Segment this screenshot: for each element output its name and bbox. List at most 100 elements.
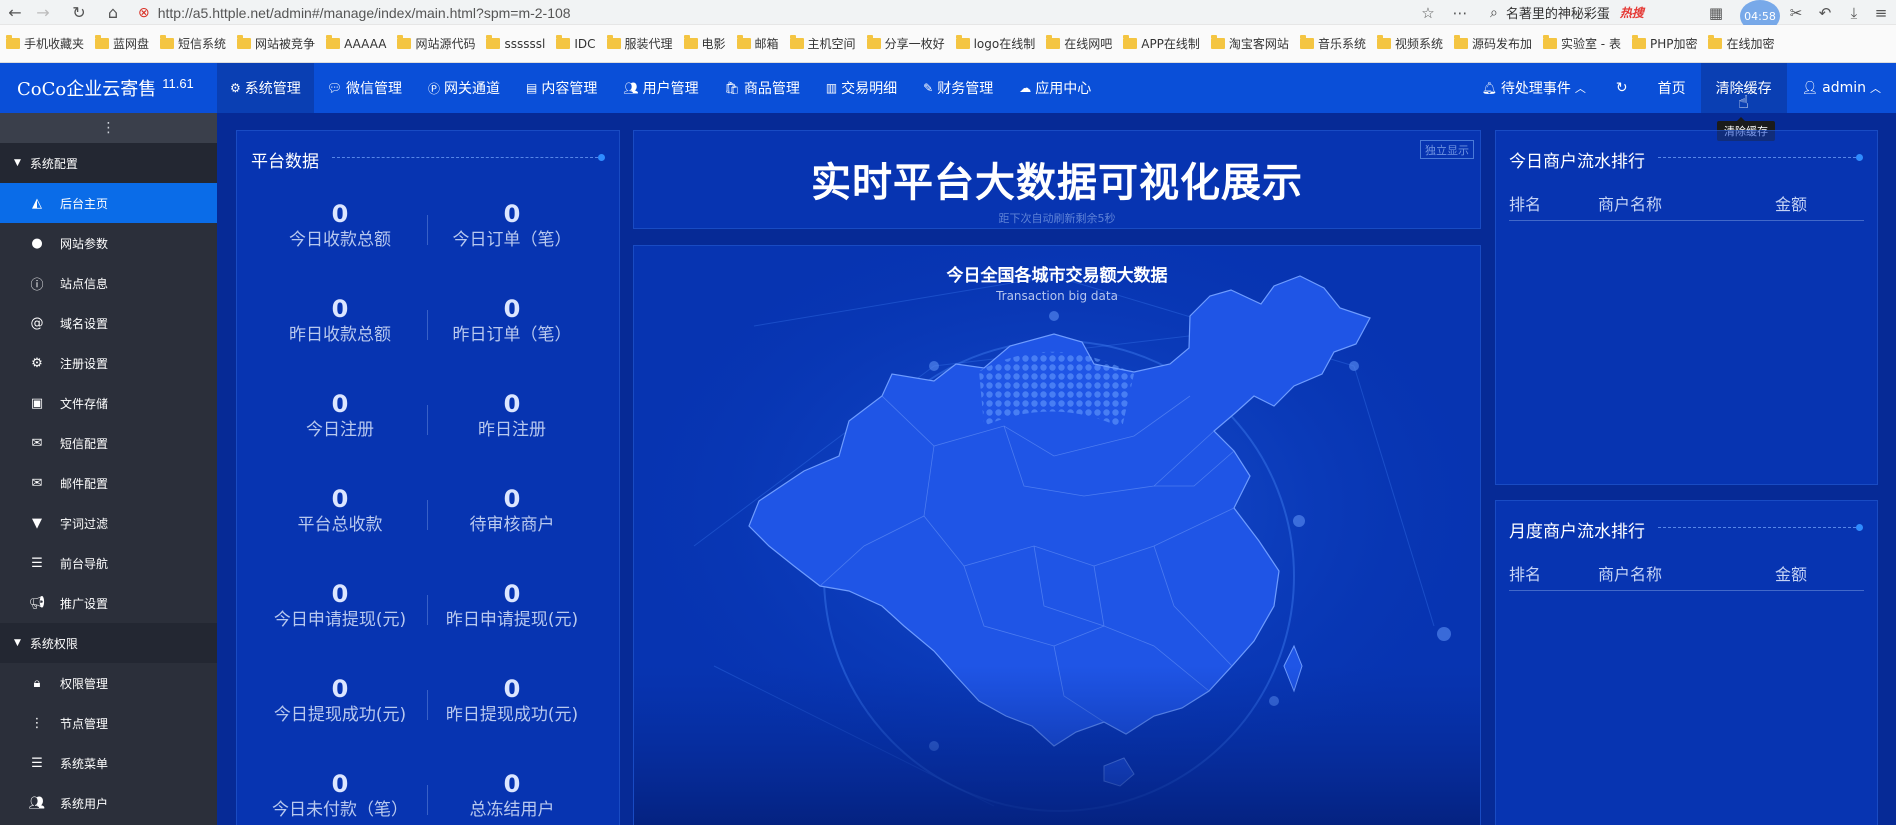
bookmark-item[interactable]: 手机收藏夹 [6,35,84,52]
bookmark-item[interactable]: 短信系统 [160,35,226,52]
bookmark-item[interactable]: 在线加密 [1708,35,1774,52]
bookmark-item[interactable]: logo在线制 [955,35,1035,52]
search-box[interactable]: ⌕ 名著里的神秘彩蛋 热搜 [1490,1,1710,24]
nav-tab-0[interactable]: ⚙ 系统管理 [217,63,314,113]
folder-icon [237,35,252,49]
nav-tab-1[interactable]: 💬︎ 微信管理 [314,63,415,113]
more-icon[interactable]: ⋯ [1447,0,1473,25]
sidebar-item[interactable]: ✉ 短信配置 [0,423,217,463]
apps-grid-icon[interactable]: ▦ [1703,0,1729,25]
nav-tab-6[interactable]: ▥ 交易明细 [813,63,910,113]
bookmark-item[interactable]: 主机空间 [789,35,856,52]
scissors-icon[interactable]: ✂ [1783,0,1809,25]
bookmark-label: 在线加密 [1726,37,1775,51]
user-menu-button[interactable]: 👤︎ admin ︿ [1787,63,1896,113]
sidebar-item-label: 站点信息 [60,276,109,291]
sidebar-item[interactable]: ▼ 字词过滤 [0,503,217,543]
vertical-dots-icon: ⋮ [30,715,44,731]
folder-icon [789,35,804,49]
stat-card: 0 昨日订单（笔） [427,295,597,347]
stat-label: 今日订单（笔） [452,230,572,250]
sidebar-group[interactable]: ▼ 系统配置 [0,143,217,183]
nav-tab-4[interactable]: 👥︎ 用户管理 [610,63,711,113]
nav-tab-7[interactable]: ✎ 财务管理 [910,63,1006,113]
stat-label: 今日提现成功(元) [273,705,407,725]
bookmark-label: 主机空间 [807,37,856,51]
sidebar-item[interactable]: 👥︎ 系统用户 [0,783,217,823]
bookmark-item[interactable]: 源码发布加 [1453,35,1532,52]
nav-tab-2[interactable]: Ⓟ 网关通道 [415,63,513,113]
bookmark-item[interactable]: 邮箱 [736,35,779,52]
today-rank-title: 今日商户流水排行 [1509,152,1645,172]
sidebar-item[interactable]: ● 网站参数 [0,223,217,263]
stat-card: 0 平台总收款 [255,485,425,537]
folder-icon [1708,35,1723,49]
bookmark-item[interactable]: 网站被竞争 [237,35,315,52]
wechat-icon: 💬︎ [326,81,342,95]
bookmark-item[interactable]: PHP加密 [1631,35,1697,52]
sidebar-item[interactable]: ⋮ 节点管理 [0,703,217,743]
nav-tab-3[interactable]: ▤ 内容管理 [513,63,610,113]
today-rank-col-rank: 排名 [1509,195,1542,214]
stat-value: 0 [503,200,521,228]
sidebar-item-label: 节点管理 [60,716,109,731]
sidebar-item[interactable]: ⓘ 站点信息 [0,263,217,303]
sidebar-item[interactable]: ✉ 邮件配置 [0,463,217,503]
bookmark-label: 音乐系统 [1317,37,1366,51]
sidebar-item[interactable]: ◭ 后台主页 [0,183,217,223]
bookmark-item[interactable]: 淘宝客网站 [1210,35,1289,52]
stat-card: 0 待审核商户 [427,485,597,537]
menu-icon[interactable]: ≡ [1868,0,1894,25]
independent-display-button[interactable]: 独立显示 [1420,140,1474,159]
undo-icon[interactable]: ↶ [1812,0,1838,25]
bookmark-item[interactable]: 网站源代码 [397,35,475,52]
refresh-button[interactable]: ↻ [1601,63,1643,113]
bookmark-item[interactable]: 电影 [683,35,726,52]
apple-icon: ● [31,235,43,251]
sidebar-item-label: 域名设置 [60,316,109,331]
search-icon: ⌕ [1490,4,1498,21]
forward-arrow-icon[interactable]: → [30,0,56,25]
folder-icon [736,35,751,49]
bookmark-label: 分享一枚好 [884,37,945,51]
address-bar[interactable]: ⊗ http://a5.httple.net/admin#/manage/ind… [138,2,1438,23]
home-icon[interactable]: ⌂ [100,0,126,25]
bookmark-item[interactable]: 在线网吧 [1046,35,1112,52]
sidebar-item[interactable]: 🔒︎ 权限管理 [0,663,217,703]
bookmark-item[interactable]: 实验室 - 表 [1542,35,1621,52]
folder-icon [866,35,881,49]
browser-toolbar: ← → ↻ ⌂ ⊗ http://a5.httple.net/admin#/ma… [0,0,1896,32]
stat-value: 0 [331,770,349,798]
bookmark-item[interactable]: 服装代理 [606,35,673,52]
back-arrow-icon[interactable]: ← [2,0,28,25]
bookmark-item[interactable]: 蓝网盘 [95,35,149,52]
pending-events-button[interactable]: 🔔︎ 待处理事件 ︿ [1467,63,1601,113]
bookmark-item[interactable]: 分享一枚好 [866,35,945,52]
sidebar-toggle-button[interactable]: ⋮ [0,113,217,143]
sidebar-item[interactable]: ☰ 前台导航 [0,543,217,583]
sidebar-item[interactable]: ☰ 系统菜单 [0,743,217,783]
download-icon[interactable]: ⤓ [1841,0,1867,25]
sidebar-item[interactable]: @ 域名设置 [0,303,217,343]
bookmark-item[interactable]: ssssssl [486,35,545,51]
home-button[interactable]: 首页 [1643,63,1701,113]
reload-icon[interactable]: ↻ [66,0,92,25]
nav-tab-8[interactable]: ☁ 应用中心 [1006,63,1104,113]
bookmark-item[interactable]: 视频系统 [1376,35,1443,52]
bookmark-item[interactable]: AAAAA [326,35,386,51]
stat-value: 0 [503,770,521,798]
sidebar-item[interactable]: ⚙ 注册设置 [0,343,217,383]
app-logo[interactable]: CoCo企业云寄售 11.61 [0,63,217,113]
sidebar-item[interactable]: ▣ 文件存储 [0,383,217,423]
bookmark-item[interactable]: 音乐系统 [1299,35,1366,52]
bookmark-item[interactable]: IDC [556,35,596,51]
chevron-up-icon: ︿ [1574,82,1586,95]
bookmark-label: 手机收藏夹 [24,37,85,51]
nav-tab-5[interactable]: 🛍︎ 商品管理 [712,63,813,113]
star-icon[interactable]: ☆ [1415,0,1441,25]
folder-icon [1299,35,1314,49]
sidebar-item-label: 系统菜单 [60,756,109,771]
bookmark-item[interactable]: APP在线制 [1123,35,1200,52]
sidebar-item[interactable]: 📢︎ 推广设置 [0,583,217,623]
sidebar-group[interactable]: ▼ 系统权限 [0,623,217,663]
